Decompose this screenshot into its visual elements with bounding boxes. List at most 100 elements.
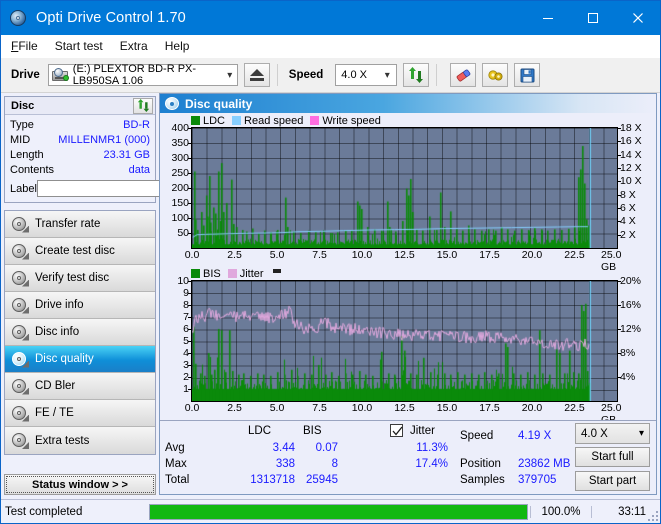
x-axis-tick: 0.0	[184, 402, 200, 414]
sidebar-item-transfer-rate[interactable]: Transfer rate	[5, 211, 155, 238]
speed-select[interactable]: 4.0 X ▾	[335, 64, 398, 86]
stats-avg-ldc: 3.44	[272, 442, 295, 454]
disc-refresh-button[interactable]	[133, 97, 153, 114]
start-part-button[interactable]: Start part	[575, 471, 650, 491]
chevron-down-icon: ▾	[384, 69, 390, 81]
menu-start-test[interactable]: Start test	[55, 39, 103, 53]
start-full-button[interactable]: Start full	[575, 447, 650, 467]
window-title: Opti Drive Control 1.70	[36, 10, 186, 26]
menu-help-label: Help	[164, 39, 190, 53]
x-axis-tick: 15.0	[436, 249, 458, 261]
legend-swatch-write-speed	[310, 116, 320, 125]
disc-row-type-key: Type	[10, 118, 34, 131]
disc-row-type: Type BD-R	[10, 117, 150, 132]
legend-jitter: Jitter	[227, 268, 264, 280]
stats-col-bis: BIS	[303, 425, 322, 437]
y-axis-tickmark	[188, 233, 192, 234]
minimize-icon[interactable]	[525, 1, 570, 35]
sidebar-item-extra-tests[interactable]: Extra tests	[5, 427, 155, 454]
statistics-panel: LDC BIS Jitter Avg 3.44 0.07 11.3% Max 3…	[160, 420, 656, 494]
test-speed-value: 4.0 X	[581, 427, 608, 440]
x-axis-tick: 10.0	[351, 402, 373, 414]
drive-label: Drive	[11, 69, 40, 81]
resize-grip-icon[interactable]	[646, 509, 658, 521]
y-axis-tickmark	[188, 341, 192, 342]
menu-start-test-label: Start test	[54, 39, 103, 53]
disc-panel-title: Disc	[11, 99, 35, 112]
y2-axis-tickmark	[617, 208, 621, 209]
settings-button[interactable]	[482, 63, 509, 87]
y-axis-tickmark	[188, 128, 192, 129]
stats-total-bis: 25945	[306, 474, 338, 486]
sidebar: Disc Type BD-R MID MILLENMR1 (000) Lengt…	[1, 93, 240, 495]
disc-quality-header: Disc quality	[160, 94, 656, 113]
x-axis-tick: 20.0	[521, 249, 543, 261]
disc-row-mid: MID MILLENMR1 (000)	[10, 132, 150, 147]
x-axis-tick: 22.5	[564, 402, 585, 414]
legend-swatch-ldc	[191, 116, 200, 125]
disc-row-type-value: BD-R	[123, 118, 150, 131]
disc-row-length: Length 23.31 GB	[10, 147, 150, 162]
disc-icon	[11, 433, 29, 449]
refresh-button[interactable]	[403, 63, 430, 87]
sidebar-item-label: Extra tests	[35, 434, 90, 447]
drive-toolbar: Drive (E:) PLEXTOR BD-R PX-LB950SA 1.06 …	[1, 58, 660, 93]
disc-icon	[11, 270, 29, 287]
eject-button[interactable]	[243, 63, 270, 87]
x-axis-tick: 17.5	[479, 249, 500, 261]
floppy-save-icon	[520, 68, 535, 82]
bis-canvas	[192, 281, 617, 401]
y-axis-tickmark	[188, 143, 192, 144]
stats-avg-bis: 0.07	[315, 442, 338, 454]
x-axis-tick: 17.5	[479, 402, 500, 414]
y2-axis-tickmark	[617, 141, 621, 143]
menu-help[interactable]: Help	[165, 39, 190, 53]
menu-file[interactable]: FFile	[11, 39, 38, 53]
y2-axis-tickmark	[617, 194, 621, 196]
stats-max-jitter: 17.4%	[415, 458, 448, 470]
x-axis-tick: 20.0	[521, 402, 543, 414]
chevron-down-icon: ▾	[227, 69, 233, 81]
title-bar: Opti Drive Control 1.70	[1, 1, 660, 35]
refresh-icon	[137, 99, 149, 112]
page-title: Disc quality	[185, 96, 253, 111]
stats-max-bis: 8	[331, 458, 338, 470]
jitter-checkbox[interactable]	[390, 424, 403, 437]
sidebar-item-verify-test-disc[interactable]: Verify test disc	[5, 265, 155, 292]
sidebar-item-disc-info[interactable]: Disc info	[5, 319, 155, 346]
drive-select[interactable]: (E:) PLEXTOR BD-R PX-LB950SA 1.06 ▾	[47, 63, 238, 87]
status-window-button[interactable]: Status window > >	[4, 474, 156, 495]
eraser-icon	[456, 69, 471, 81]
disc-icon	[11, 243, 29, 260]
progress-bar	[149, 503, 528, 520]
speed-label: Speed	[288, 69, 324, 81]
disc-panel-header: Disc	[5, 97, 155, 115]
menu-extra[interactable]: Extra	[120, 39, 148, 53]
y-axis-tickmark	[188, 353, 192, 354]
close-icon[interactable]	[615, 1, 660, 35]
sidebar-item-cd-bler[interactable]: CD Bler	[5, 373, 155, 400]
save-button[interactable]	[514, 63, 541, 87]
x-axis-tick: 7.5	[312, 402, 327, 414]
sidebar-item-create-test-disc[interactable]: Create test disc	[5, 238, 155, 265]
maximize-icon[interactable]	[570, 1, 615, 35]
sidebar-item-drive-info[interactable]: Drive info	[5, 292, 155, 319]
legend-label: Write speed	[322, 114, 381, 127]
disc-label-row: Label	[10, 179, 240, 198]
y-axis-tickmark	[188, 281, 192, 282]
y2-axis-tickmark	[617, 168, 621, 169]
test-speed-select[interactable]: 4.0 X ▾	[575, 423, 650, 444]
sidebar-item-disc-quality[interactable]: Disc quality	[5, 346, 155, 373]
progress-percent: 100.0%	[530, 505, 592, 518]
disc-row-length-key: Length	[10, 148, 44, 161]
menu-extra-label: Extra	[119, 39, 148, 53]
sidebar-item-label: CD Bler	[35, 380, 76, 392]
y2-axis-tickmark	[617, 329, 621, 330]
stats-col-ldc: LDC	[248, 425, 272, 437]
app-disc-icon	[10, 9, 28, 27]
disc-row-contents: Contents data	[10, 162, 150, 177]
disc-icon	[11, 324, 29, 341]
erase-button[interactable]	[450, 63, 477, 87]
application-window: Opti Drive Control 1.70 FFile Start test…	[0, 0, 661, 524]
sidebar-item-fe-te[interactable]: FE / TE	[5, 400, 155, 427]
